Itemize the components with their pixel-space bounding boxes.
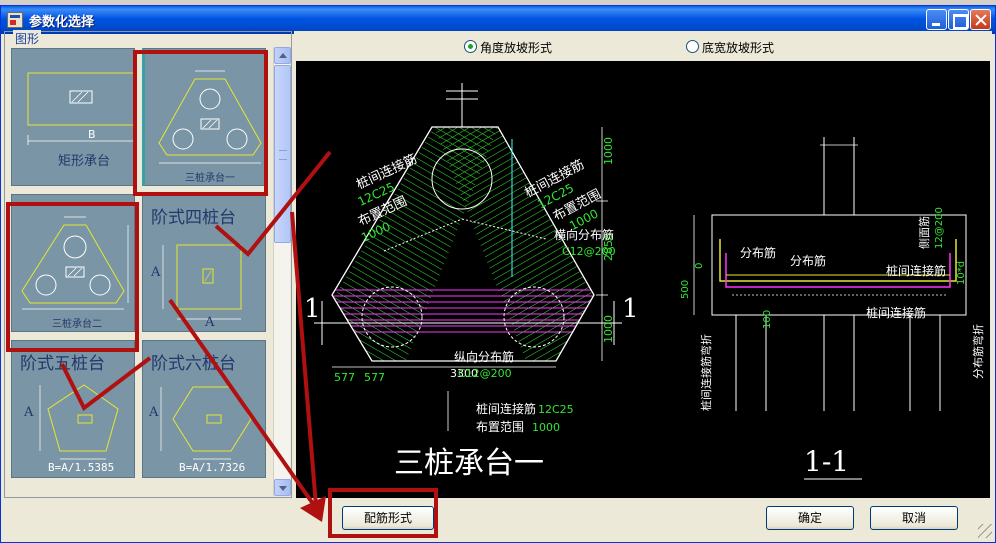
horiz-dist-label: 横向分布筋 bbox=[554, 227, 614, 242]
vert-dist-spec: C12@200 bbox=[458, 367, 512, 380]
thumb-stepped-four-pile[interactable]: 阶式四桩台 A A bbox=[142, 194, 266, 332]
close-button[interactable] bbox=[970, 9, 991, 30]
bottom-range-label: 布置范围 bbox=[476, 420, 524, 434]
thumb-stepped-six-pile[interactable]: 阶式六桩台 A B=A/1.7326 bbox=[142, 340, 266, 478]
cap-drawing-svg: 1 1 1000 2858 1000 577 577 3300 桩间连接筋 12… bbox=[304, 83, 985, 481]
section-side-bar-spec: 12@200 bbox=[934, 207, 945, 249]
stepped-five-pile-dim-a: A bbox=[24, 405, 34, 420]
app-icon bbox=[7, 12, 23, 28]
section-title: 1-1 bbox=[804, 445, 849, 478]
rect-cap-label: 矩形承台 bbox=[58, 154, 111, 169]
stepped-five-pile-label: 阶式五桩台 bbox=[20, 354, 105, 374]
section-link-top: 桩间连接筋 bbox=[886, 263, 946, 278]
title-bar[interactable]: 参数化选择 bbox=[1, 6, 995, 34]
thumb-three-pile-cap-1[interactable]: 三桩承台一 bbox=[142, 48, 266, 186]
three-pile-cap-2-label: 三桩承台二 bbox=[52, 319, 102, 330]
scroll-down-button[interactable] bbox=[274, 479, 291, 496]
slope-option-row: 角度放坡形式 底宽放坡形式 bbox=[294, 31, 992, 61]
section-side-bar: 侧面筋 bbox=[917, 216, 931, 249]
thumbnail-scrollbar[interactable] bbox=[273, 47, 291, 496]
stepped-four-pile-dim-a: A bbox=[151, 265, 161, 280]
section-dist-left: 分布筋 bbox=[740, 245, 776, 260]
width-slope-radio[interactable] bbox=[686, 40, 699, 53]
preview-panel: 角度放坡形式 底宽放坡形式 1 1 1000 2858 1000 577 577… bbox=[294, 31, 992, 498]
scroll-thumb[interactable] bbox=[274, 65, 291, 243]
maximize-button[interactable] bbox=[948, 9, 969, 30]
bottom-link-spec: 12C25 bbox=[538, 403, 574, 416]
section-mark-right: 1 bbox=[622, 294, 639, 324]
window-title: 参数化选择 bbox=[29, 15, 95, 30]
section-link-bottom: 桩间连接筋 bbox=[866, 305, 926, 320]
section-d0: 0 bbox=[694, 263, 705, 269]
bottom-range-val: 1000 bbox=[532, 421, 560, 434]
angle-slope-label[interactable]: 角度放坡形式 bbox=[480, 39, 552, 56]
rebar-bands bbox=[332, 127, 594, 361]
shape-thumbnail-list: B 矩形承台 三桩承台一 三桩承台二 阶式四桩台 A A 阶式五桩台 A B=A… bbox=[9, 46, 273, 496]
section-d500: 500 bbox=[680, 280, 691, 299]
stepped-six-pile-label: 阶式六桩台 bbox=[151, 354, 236, 374]
section-link-bend: 桩间连接筋弯折 bbox=[699, 334, 713, 411]
rect-cap-dim: B bbox=[88, 128, 96, 141]
thumb-three-pile-cap-2[interactable]: 三桩承台二 bbox=[11, 194, 135, 332]
bottom-link-label: 桩间连接筋 bbox=[476, 401, 536, 416]
section-dist-bend: 分布筋弯折 bbox=[971, 324, 985, 379]
stepped-four-pile-dim-a2: A bbox=[205, 315, 215, 330]
minimize-button[interactable] bbox=[926, 9, 947, 30]
angle-slope-radio[interactable] bbox=[464, 40, 477, 53]
stepped-five-pile-formula: B=A/1.5385 bbox=[48, 461, 115, 474]
horiz-dist-spec: C12@200 bbox=[562, 245, 616, 258]
thumb-rect-cap[interactable]: B 矩形承台 bbox=[11, 48, 136, 186]
section-10d: 10*d bbox=[956, 261, 967, 285]
three-pile-cap-2-preview bbox=[21, 216, 129, 310]
dim-bottom-a: 577 bbox=[334, 371, 355, 384]
three-pile-cap-1-label: 三桩承台一 bbox=[185, 173, 235, 184]
thumb-stepped-five-pile[interactable]: 阶式五桩台 A B=A/1.5385 bbox=[11, 340, 135, 478]
cancel-button[interactable]: 取消 bbox=[870, 506, 958, 530]
stepped-six-pile-formula: B=A/1.7326 bbox=[179, 461, 246, 474]
three-pile-cap-1-preview bbox=[158, 70, 266, 164]
section-mark-left: 1 bbox=[304, 294, 321, 324]
stepped-six-pile-dim-a: A bbox=[149, 405, 159, 420]
section-dist-mid: 分布筋 bbox=[790, 253, 826, 268]
dim-bottom-b: 577 bbox=[364, 371, 385, 384]
shape-group: 图形 B 矩形承台 三桩承台一 三桩承台二 阶式四桩台 A A 阶式五桩台 A … bbox=[4, 30, 292, 498]
scroll-up-button[interactable] bbox=[274, 47, 291, 64]
section-d100: 100 bbox=[762, 310, 773, 329]
shape-group-label: 图形 bbox=[13, 30, 42, 47]
plan-title: 三桩承台一 bbox=[394, 446, 544, 481]
width-slope-label[interactable]: 底宽放坡形式 bbox=[702, 39, 774, 56]
resize-grip[interactable] bbox=[978, 524, 992, 538]
stepped-four-pile-label: 阶式四桩台 bbox=[151, 208, 236, 228]
cap-drawing-canvas: 1 1 1000 2858 1000 577 577 3300 桩间连接筋 12… bbox=[296, 61, 990, 498]
dim-right-bot: 1000 bbox=[602, 315, 615, 343]
dim-right-top: 1000 bbox=[602, 137, 615, 165]
ok-button[interactable]: 确定 bbox=[766, 506, 854, 530]
vert-dist-label: 纵向分布筋 bbox=[454, 349, 514, 364]
rebar-form-button[interactable]: 配筋形式 bbox=[342, 506, 434, 530]
